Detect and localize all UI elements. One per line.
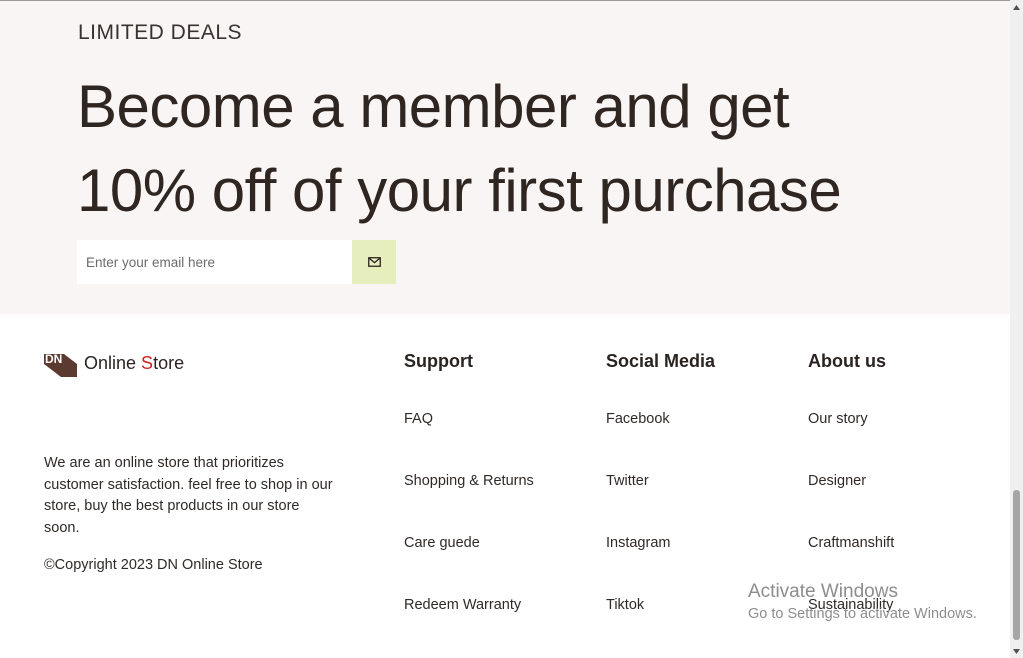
logo-letters: DN [45,352,62,366]
scroll-up-arrow-icon[interactable] [1010,0,1023,14]
footer-column-support: Support FAQ Shopping & Returns Care gued… [404,350,534,613]
deals-eyebrow: LIMITED DEALS [78,21,243,44]
column-heading: About us [808,351,886,371]
brand-name-accent: S [141,353,154,373]
column-heading: Support [404,351,473,371]
brand[interactable]: DN Online Store [44,350,184,377]
scrollbar-thumb[interactable] [1013,490,1020,640]
brand-name: Online Store [84,353,184,374]
email-input[interactable] [77,240,352,284]
footer-link-tiktok[interactable]: Tiktok [606,597,644,613]
footer-link-care-guide[interactable]: Care guede [404,535,480,551]
column-heading: Social Media [606,351,716,371]
store-description: We are an online store that prioritizes … [44,455,333,536]
footer-column-about: About us Our story Designer Craftmanshif… [808,350,894,613]
vertical-scrollbar[interactable] [1010,0,1023,658]
mail-icon [367,257,381,267]
brand-name-part1: Online [84,353,142,373]
footer-column-social: Social Media Facebook Twitter Instagram … [606,350,716,613]
footer-link-our-story[interactable]: Our story [808,411,868,427]
limited-deals-section: LIMITED DEALS Become a member and get 10… [0,1,1010,314]
footer-link-shopping-returns[interactable]: Shopping & Returns [404,473,534,489]
scroll-down-arrow-icon[interactable] [1010,644,1023,658]
copyright: ©Copyright 2023 DN Online Store [44,557,263,573]
dn-logo: DN [44,352,77,377]
headline-line-2: 10% off of your first purchase [77,157,842,224]
footer-link-faq[interactable]: FAQ [404,411,433,427]
newsletter-form [77,240,396,284]
footer-link-craftmanship[interactable]: Craftmanshift [808,535,894,551]
footer-link-twitter[interactable]: Twitter [606,473,649,489]
subscribe-button[interactable] [352,240,396,284]
deals-headline: Become a member and get 10% off of your … [77,65,842,233]
watermark-subtitle: Go to Settings to activate Windows. [748,606,977,622]
watermark-title: Activate Windows [748,581,898,602]
headline-line-1: Become a member and get [77,73,790,140]
footer-link-facebook[interactable]: Facebook [606,411,670,427]
footer-link-redeem-warranty[interactable]: Redeem Warranty [404,597,521,613]
footer-link-designer[interactable]: Designer [808,473,866,489]
footer-link-instagram[interactable]: Instagram [606,535,670,551]
brand-name-part2: tore [153,353,185,373]
activate-windows-watermark: Activate Windows Go to Settings to activ… [748,580,977,624]
